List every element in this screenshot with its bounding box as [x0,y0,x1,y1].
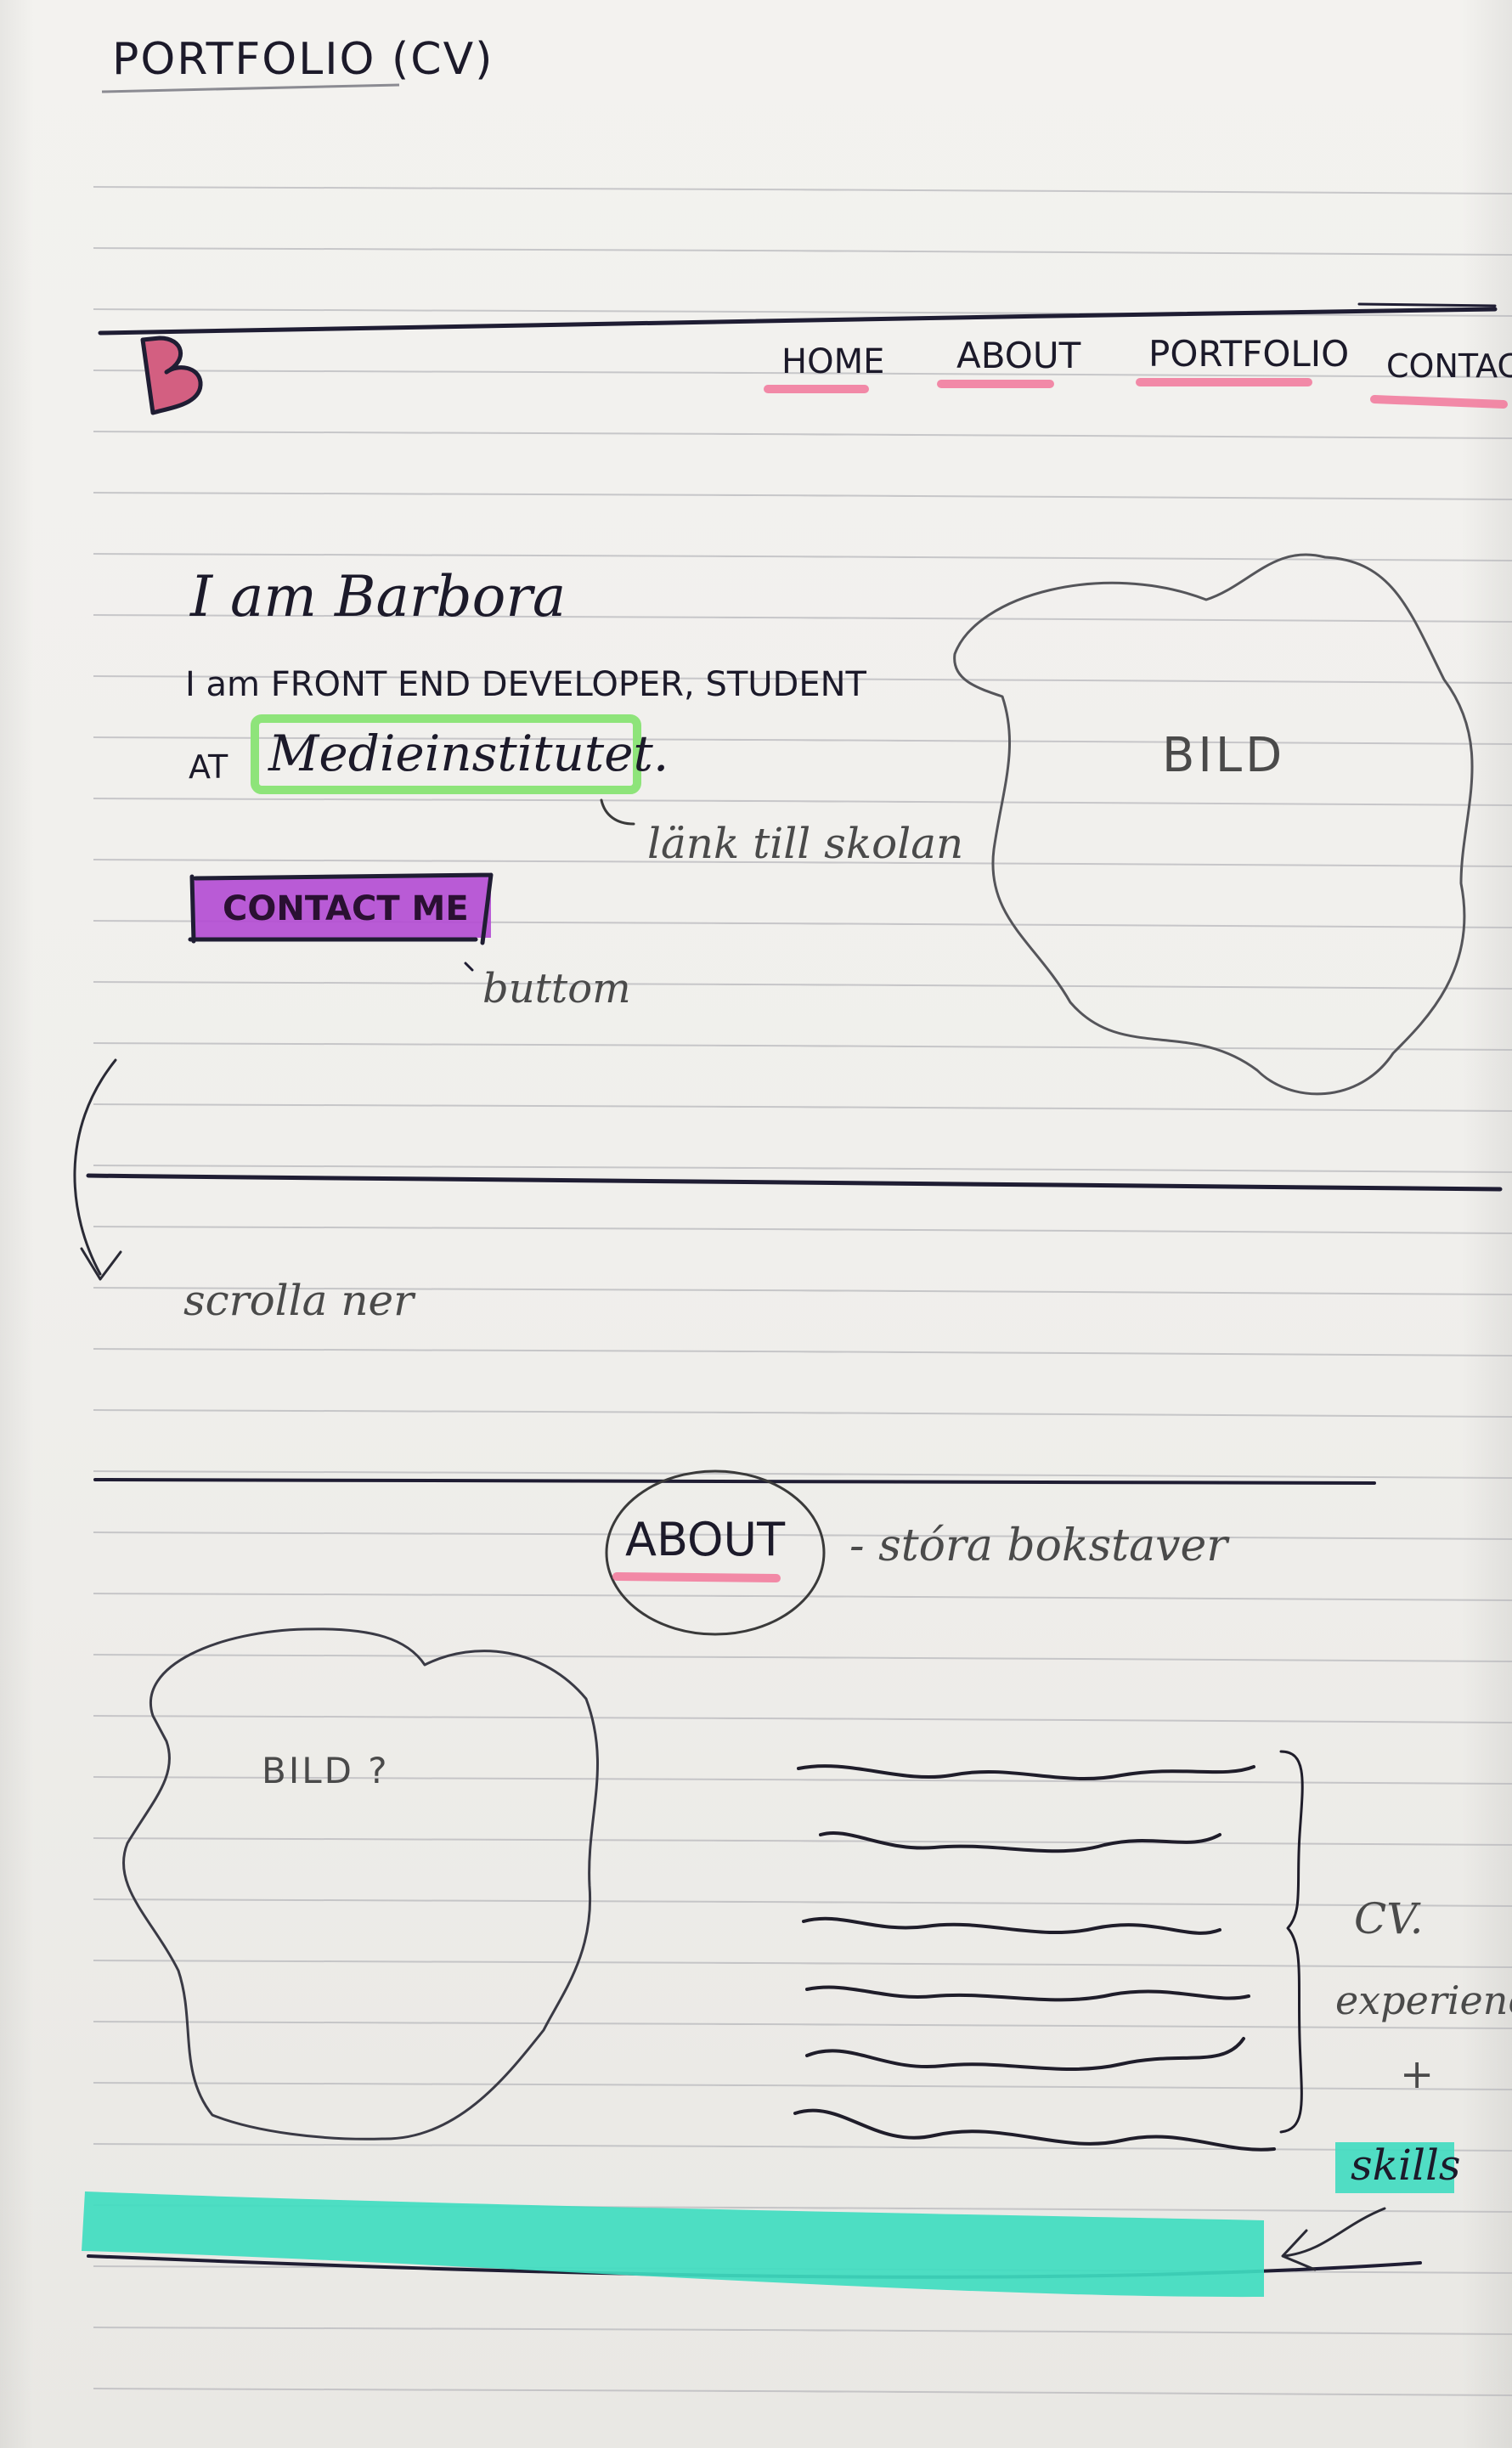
cv-text-placeholder [793,1764,1276,2152]
side-note-experience: experience [1335,1977,1512,2023]
hero-intro-prefix: AT [189,748,228,786]
about-image-label: BILD ? [262,1750,390,1791]
nav-item-portfolio[interactable]: PORTFOLIO [1148,336,1349,372]
about-divider [93,1478,1376,1485]
sketch-title: PORTFOLIO (CV) [112,34,494,85]
side-note-plus: + [1400,2050,1435,2098]
right-brace-icon [1279,1750,1304,2134]
about-heading-note: - stóra bokstaver [849,1520,1228,1571]
about-heading-underline [612,1572,781,1582]
scroll-note: scrolla ner [183,1276,415,1325]
scroll-arrow-icon [73,1058,117,1276]
skills-arrow-icon [1283,2207,1386,2258]
hero-divider [86,1173,1503,1192]
hero-greeting: I am Barbora [190,564,567,629]
school-link[interactable]: Medieinstitutet. [268,729,669,778]
skills-bar [82,2191,1264,2298]
hero-image-placeholder [953,553,1474,1096]
side-note-cv: CV. [1354,1894,1424,1943]
cta-button[interactable]: CONTACT ME [223,892,469,926]
about-image-placeholder [121,1627,599,2141]
nav-item-contact[interactable]: CONTAC [1386,350,1512,382]
nav-underline-contact [1370,395,1508,409]
link-note: länk till skolan [647,819,964,868]
hero-image-label: BILD [1162,728,1286,783]
logo[interactable]: B [136,333,195,411]
cta-note: buttom [482,965,631,1012]
hero-intro-line1: I am FRONT END DEVELOPER, STUDENT [185,665,866,704]
nav-item-about[interactable]: ABOUT [956,338,1080,374]
header-divider [98,307,1498,336]
side-note-skills: skills [1351,2141,1461,2190]
nav-item-home[interactable]: HOME [781,345,884,379]
about-heading: ABOUT [625,1513,786,1566]
notebook-page: PORTFOLIO (CV) B HOME ABOUT PORTFOLIO CO… [0,0,1512,2448]
